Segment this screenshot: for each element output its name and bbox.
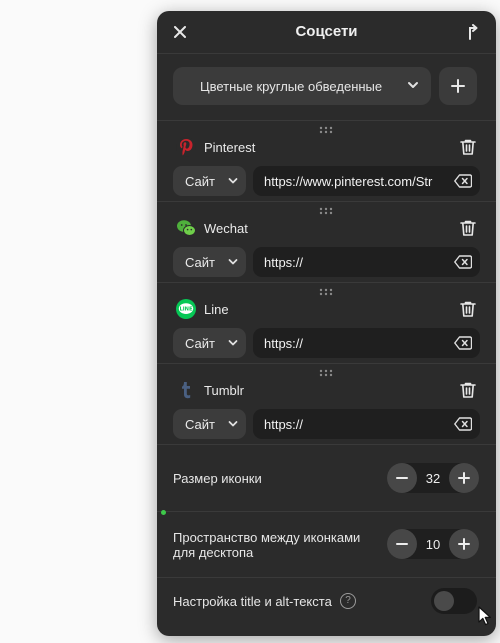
arrow-up-icon [469,24,478,40]
icon-spacing-label-line2: для десктопа [173,545,254,560]
trash-icon[interactable] [459,300,477,318]
network-name: Tumblr [204,383,244,398]
social-networks-panel: Соцсети Цветные круглые обведенные Pinte… [157,11,496,636]
add-network-button[interactable] [439,67,477,105]
url-input[interactable]: https://www.pinterest.com/Str [253,166,480,196]
link-type-value: Сайт [185,255,215,270]
chevron-down-icon [228,259,238,265]
alt-text-label: Настройка title и alt-текста [173,594,332,609]
clear-input-icon[interactable] [454,336,472,350]
link-type-select[interactable]: Сайт [173,328,246,358]
trash-icon[interactable] [459,381,477,399]
decrement-button[interactable] [387,463,417,493]
link-type-select[interactable]: Сайт [173,409,246,439]
icon-style-row: Цветные круглые обведенные [157,54,496,121]
expand-button[interactable] [462,21,484,43]
line-icon: LINE [176,299,196,319]
status-dot [161,510,166,515]
plus-icon [451,79,465,93]
drag-handle-icon[interactable] [319,207,333,215]
icon-style-select[interactable]: Цветные круглые обведенные [173,67,431,105]
pinterest-icon [176,137,196,157]
tumblr-icon [182,382,191,399]
icon-size-stepper: 32 [387,463,479,493]
link-type-value: Сайт [185,417,215,432]
minus-icon [396,477,408,479]
icon-size-row: Размер иконки 32 [157,445,496,512]
trash-icon[interactable] [459,219,477,237]
icon-spacing-label-line1: Пространство между иконками [173,530,361,545]
icon-size-label: Размер иконки [173,471,262,486]
icon-spacing-value[interactable]: 10 [417,537,449,552]
network-item-tumblr: Tumblr Сайт https:// [157,364,496,445]
help-icon[interactable]: ? [340,593,356,609]
network-name: Wechat [204,221,248,236]
chevron-down-icon [408,82,418,88]
url-input[interactable]: https:// [253,409,480,439]
network-item-pinterest: Pinterest Сайт https://www.pinterest.com… [157,121,496,202]
drag-handle-icon[interactable] [319,288,333,296]
chevron-down-icon [228,340,238,346]
link-type-select[interactable]: Сайт [173,166,246,196]
alt-text-row: Настройка title и alt-текста ? [157,578,496,636]
link-type-value: Сайт [185,336,215,351]
increment-button[interactable] [449,463,479,493]
network-item-wechat: Wechat Сайт https:// [157,202,496,283]
wechat-icon [177,220,196,236]
alt-text-toggle[interactable] [431,588,477,614]
url-value: https:// [264,417,304,432]
drag-handle-icon[interactable] [319,369,333,377]
chevron-down-icon [228,178,238,184]
trash-icon[interactable] [459,138,477,156]
chevron-down-icon [228,421,238,427]
url-value: https:// [264,255,304,270]
clear-input-icon[interactable] [454,417,472,431]
panel-header: Соцсети [157,11,496,54]
clear-input-icon[interactable] [454,255,472,269]
url-value: https://www.pinterest.com/Str [264,174,433,189]
icon-size-value[interactable]: 32 [417,471,449,486]
icon-spacing-stepper: 10 [387,529,479,559]
icon-style-value: Цветные круглые обведенные [200,79,383,94]
network-name: Line [204,302,229,317]
url-value: https:// [264,336,304,351]
decrement-button[interactable] [387,529,417,559]
panel-title: Соцсети [295,23,358,40]
increment-button[interactable] [449,529,479,559]
mouse-cursor-icon [478,606,491,626]
drag-handle-icon[interactable] [319,126,333,134]
minus-icon [396,543,408,545]
plus-icon [458,472,470,484]
svg-text:LINE: LINE [179,307,193,313]
toggle-knob [434,591,454,611]
link-type-value: Сайт [185,174,215,189]
url-input[interactable]: https:// [253,328,480,358]
network-item-line: LINE Line Сайт https:// [157,283,496,364]
link-type-select[interactable]: Сайт [173,247,246,277]
network-name: Pinterest [204,140,256,155]
url-input[interactable]: https:// [253,247,480,277]
plus-icon [458,538,470,550]
icon-spacing-row: Пространство между иконками для десктопа… [157,512,496,578]
clear-input-icon[interactable] [454,174,472,188]
